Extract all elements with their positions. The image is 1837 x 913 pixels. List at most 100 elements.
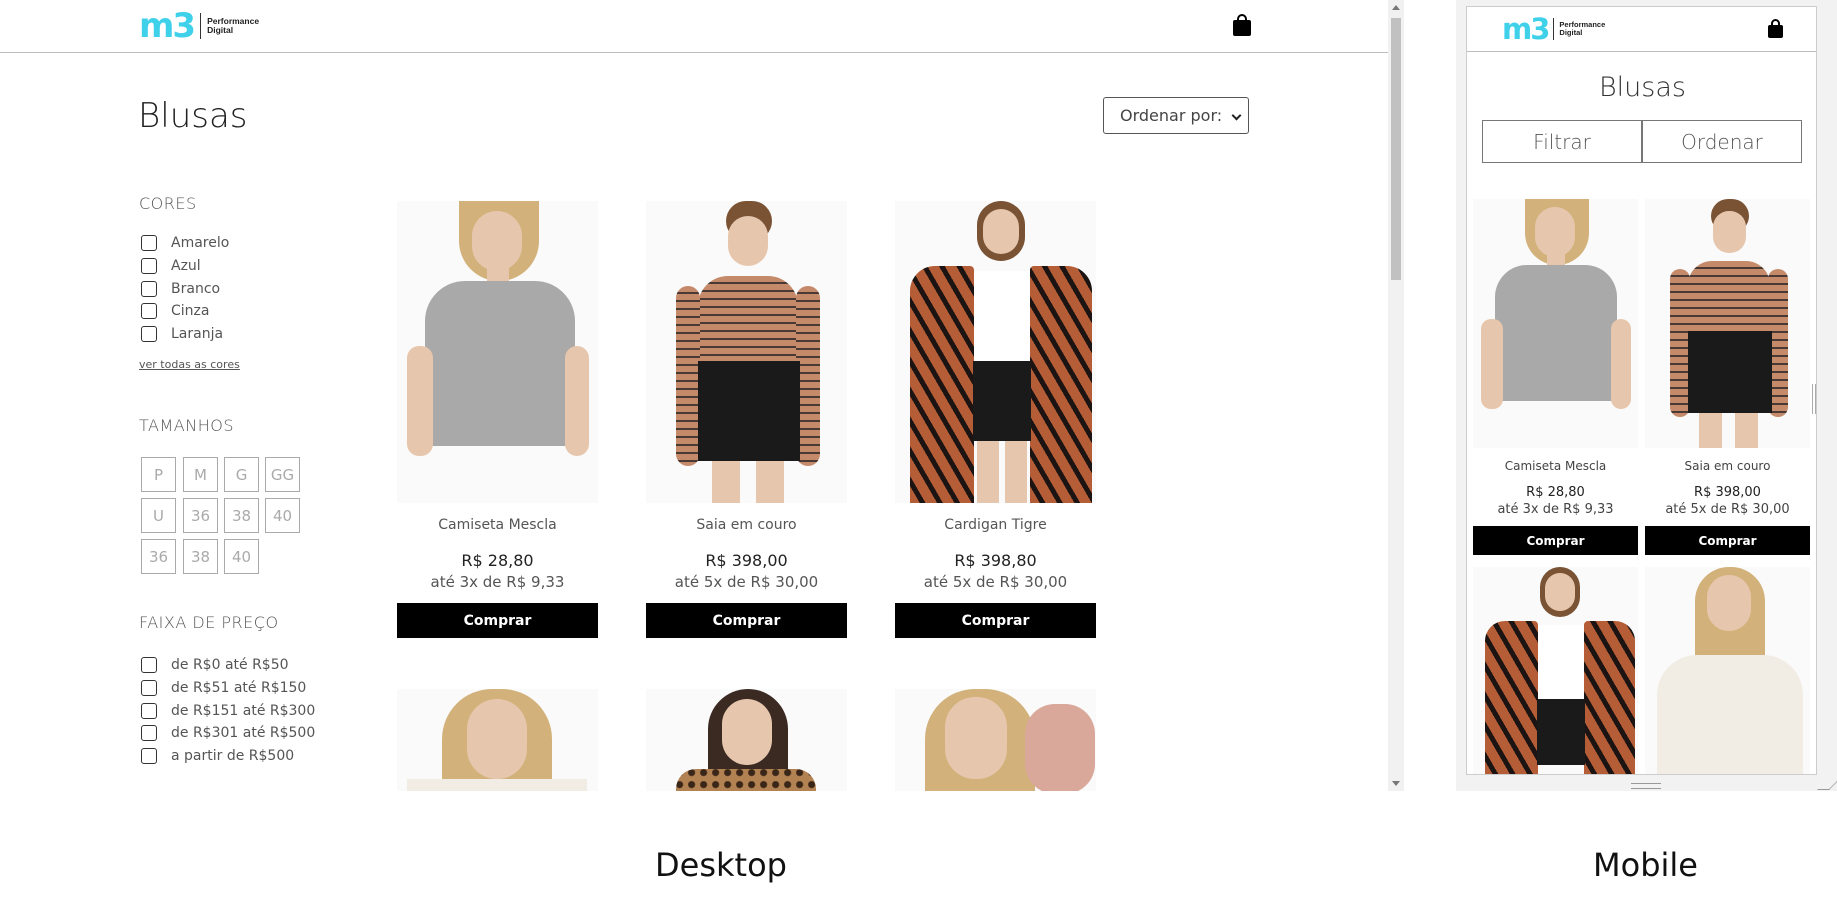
product-name[interactable]: Camiseta Mescla <box>397 517 598 533</box>
product-card[interactable] <box>895 689 1096 791</box>
product-image[interactable] <box>895 201 1096 503</box>
product-card[interactable]: Camiseta Mescla R$ 28,80 até 3x de R$ 9,… <box>397 201 598 638</box>
logo-divider <box>200 13 202 39</box>
product-card[interactable]: Saia em couro R$ 398,00 até 5x de R$ 30,… <box>1645 199 1810 555</box>
product-card[interactable]: Cardigan Tigre R$ 398,80 até 5x de R$ 30… <box>895 201 1096 638</box>
price-option-label: de R$51 até R$150 <box>171 680 307 697</box>
scrollbar-thumb[interactable] <box>1391 18 1401 280</box>
product-card[interactable]: Saia em couro R$ 398,00 até 5x de R$ 30,… <box>646 201 847 638</box>
checkbox[interactable] <box>141 235 157 252</box>
scroll-up-icon[interactable] <box>1392 5 1400 10</box>
filter-button[interactable]: Filtrar <box>1482 120 1642 163</box>
price-filter-list: de R$0 até R$50 de R$51 até R$150 de R$1… <box>141 654 315 767</box>
size-option[interactable]: 36 <box>141 539 176 574</box>
logo-text: Performance Digital <box>207 17 259 35</box>
logo-text-line2: Digital <box>1559 28 1583 37</box>
order-button[interactable]: Ordenar <box>1642 120 1802 163</box>
product-image[interactable] <box>397 689 598 791</box>
color-option[interactable]: Cinza <box>141 300 229 323</box>
checkbox[interactable] <box>141 280 157 297</box>
colors-filter-list: Amarelo Azul Branco Cinza Laranja <box>141 232 229 345</box>
product-price: R$ 398,80 <box>954 551 1037 570</box>
buy-button[interactable]: Comprar <box>1473 526 1638 555</box>
mobile-viewport: m3 Performance Digital Blusas Filtrar Or… <box>1456 0 1837 791</box>
sort-select[interactable]: Ordenar por: <box>1103 97 1249 134</box>
size-option[interactable]: P <box>141 457 176 492</box>
checkbox[interactable] <box>141 725 157 742</box>
product-card[interactable]: Camiseta Mescla R$ 28,80 até 3x de R$ 9,… <box>1473 199 1638 555</box>
color-option-label: Laranja <box>171 326 224 343</box>
size-option[interactable]: 40 <box>224 539 259 574</box>
sort-select-label: Ordenar por: <box>1120 106 1223 125</box>
color-option[interactable]: Branco <box>141 277 229 300</box>
price-option-label: de R$301 até R$500 <box>171 725 316 742</box>
scroll-down-icon[interactable] <box>1392 781 1400 786</box>
product-installments: até 3x de R$ 9,33 <box>430 573 565 591</box>
product-card[interactable] <box>1473 567 1638 774</box>
price-option[interactable]: a partir de R$500 <box>141 745 315 768</box>
size-option[interactable]: M <box>183 457 218 492</box>
product-image[interactable] <box>1473 199 1638 448</box>
page-title: Blusas <box>138 96 248 136</box>
product-image[interactable] <box>397 201 598 503</box>
site-header: m3 Performance Digital <box>0 0 1388 53</box>
product-image[interactable] <box>646 689 847 791</box>
brand-logo[interactable]: m3 Performance Digital <box>1502 15 1605 44</box>
product-installments: até 5x de R$ 30,00 <box>923 573 1068 591</box>
resize-corner[interactable] <box>1817 778 1837 790</box>
size-option[interactable]: 40 <box>265 498 300 533</box>
size-option[interactable]: G <box>224 457 259 492</box>
color-option[interactable]: Azul <box>141 255 229 278</box>
page-scrollbar[interactable] <box>1388 0 1404 791</box>
size-option[interactable]: U <box>141 498 176 533</box>
size-option[interactable]: GG <box>265 457 300 492</box>
shopping-bag-icon[interactable] <box>1233 14 1251 36</box>
brand-logo[interactable]: m3 Performance Digital <box>139 9 259 43</box>
size-option[interactable]: 36 <box>183 498 218 533</box>
checkbox[interactable] <box>141 258 157 275</box>
price-option[interactable]: de R$0 até R$50 <box>141 654 315 677</box>
page-title: Blusas <box>1599 72 1686 103</box>
size-option[interactable]: 38 <box>183 539 218 574</box>
product-image[interactable] <box>1645 199 1810 448</box>
product-image[interactable] <box>1473 567 1638 774</box>
mobile-caption: Mobile <box>1593 846 1698 884</box>
color-option-label: Amarelo <box>171 235 230 252</box>
mobile-scrollbar[interactable] <box>1812 384 1816 414</box>
desktop-caption: Desktop <box>655 846 787 884</box>
product-name[interactable]: Camiseta Mescla <box>1473 459 1638 473</box>
resize-handle[interactable] <box>1631 783 1661 789</box>
price-option-label: a partir de R$500 <box>171 748 295 765</box>
product-image[interactable] <box>1645 567 1810 774</box>
size-option[interactable]: 38 <box>224 498 259 533</box>
see-all-colors-link[interactable]: ver todas as cores <box>139 358 240 371</box>
product-name[interactable]: Cardigan Tigre <box>895 517 1096 533</box>
site-header: m3 Performance Digital <box>1467 7 1816 52</box>
checkbox[interactable] <box>141 303 157 320</box>
product-card[interactable] <box>646 689 847 791</box>
checkbox[interactable] <box>141 657 157 674</box>
price-option[interactable]: de R$151 até R$300 <box>141 699 315 722</box>
checkbox[interactable] <box>141 748 157 765</box>
shopping-bag-icon[interactable] <box>1768 19 1783 38</box>
checkbox[interactable] <box>141 326 157 343</box>
color-option-label: Azul <box>171 258 201 275</box>
logo-text-line2: Digital <box>207 25 234 35</box>
buy-button[interactable]: Comprar <box>895 603 1096 638</box>
product-name[interactable]: Saia em couro <box>1645 459 1810 473</box>
color-option[interactable]: Amarelo <box>141 232 229 255</box>
product-image[interactable] <box>646 201 847 503</box>
checkbox[interactable] <box>141 702 157 719</box>
product-card[interactable] <box>397 689 598 791</box>
buy-button[interactable]: Comprar <box>646 603 847 638</box>
price-option[interactable]: de R$51 até R$150 <box>141 677 315 700</box>
product-card[interactable] <box>1645 567 1810 774</box>
buy-button[interactable]: Comprar <box>1645 526 1810 555</box>
price-option-label: de R$151 até R$300 <box>171 702 316 719</box>
product-image[interactable] <box>895 689 1096 791</box>
price-option[interactable]: de R$301 até R$500 <box>141 722 315 745</box>
color-option[interactable]: Laranja <box>141 323 229 346</box>
buy-button[interactable]: Comprar <box>397 603 598 638</box>
product-name[interactable]: Saia em couro <box>646 517 847 533</box>
checkbox[interactable] <box>141 680 157 697</box>
